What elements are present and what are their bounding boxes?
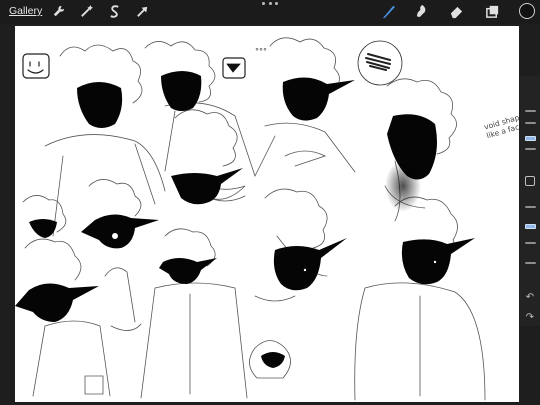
brush-size-slider-thumb[interactable] (525, 136, 536, 141)
brush-icon[interactable] (380, 3, 397, 20)
transform-arrow-icon[interactable] (134, 3, 151, 20)
smudge-icon[interactable] (413, 3, 430, 20)
layers-icon[interactable] (484, 3, 501, 20)
opacity-slider-tick[interactable] (525, 242, 536, 244)
eraser-icon[interactable] (448, 3, 465, 20)
opacity-slider-thumb[interactable] (525, 224, 536, 229)
modify-button[interactable] (525, 176, 535, 186)
procreate-app: Gallery °°° void shaped like a face ↶ ↷ (0, 0, 540, 405)
wrench-icon[interactable] (50, 3, 67, 20)
more-options-icon[interactable] (262, 2, 278, 10)
top-toolbar: Gallery (0, 0, 540, 24)
selection-s-icon[interactable] (106, 3, 123, 20)
ellipsis-doodle: °°° (255, 47, 267, 56)
opacity-slider-tick[interactable] (525, 262, 536, 264)
redo-button[interactable]: ↷ (524, 312, 536, 324)
color-swatch[interactable] (519, 3, 535, 19)
brush-size-slider-tick[interactable] (525, 148, 536, 150)
right-sidebar: ↶ ↷ (520, 76, 540, 326)
drawing-canvas[interactable]: °°° void shaped like a face (15, 26, 519, 402)
opacity-slider-tick[interactable] (525, 206, 536, 208)
magic-wand-icon[interactable] (78, 3, 95, 20)
sketch-artwork: °°° (15, 37, 486, 401)
undo-button[interactable]: ↶ (524, 292, 536, 304)
brush-size-slider-tick[interactable] (525, 122, 536, 124)
brush-size-slider-tick[interactable] (525, 110, 536, 112)
gallery-button[interactable]: Gallery (9, 5, 42, 17)
